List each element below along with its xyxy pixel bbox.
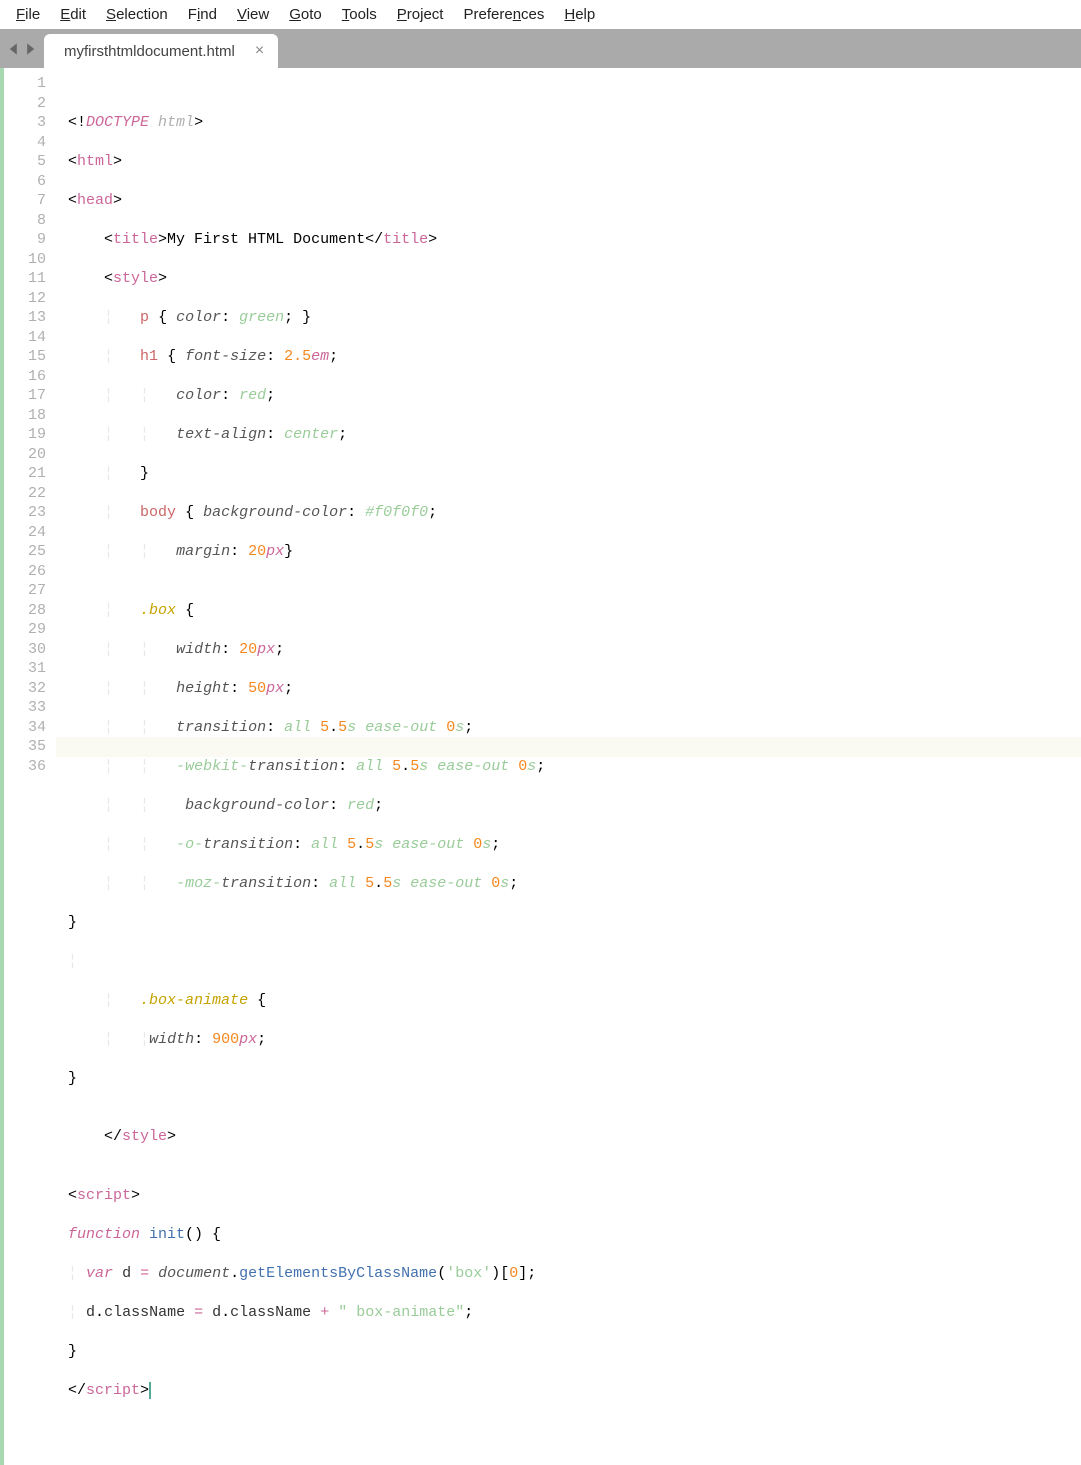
menu-project[interactable]: Project xyxy=(387,4,454,25)
code-editor[interactable]: 1234567891011121314151617181920212223242… xyxy=(0,68,1081,1465)
menu-selection[interactable]: Selection xyxy=(96,4,178,25)
menu-find[interactable]: Find xyxy=(178,4,227,25)
current-line-highlight xyxy=(56,737,1081,757)
menu-tools[interactable]: Tools xyxy=(332,4,387,25)
text-cursor xyxy=(149,1382,151,1399)
menu-edit[interactable]: Edit xyxy=(50,4,96,25)
nav-back-icon[interactable] xyxy=(7,42,21,56)
tab-bar: myfirsthtmldocument.html × xyxy=(0,29,1081,68)
menu-help[interactable]: Help xyxy=(554,4,605,25)
tab-filename: myfirsthtmldocument.html xyxy=(64,43,235,60)
menu-view[interactable]: View xyxy=(227,4,279,25)
nav-forward-icon[interactable] xyxy=(23,42,37,56)
line-gutter: 1234567891011121314151617181920212223242… xyxy=(0,68,56,1465)
menu-preferences[interactable]: Preferences xyxy=(453,4,554,25)
code-area[interactable]: <!DOCTYPE html> <html> <head> <title>My … xyxy=(56,68,1081,1465)
menu-goto[interactable]: Goto xyxy=(279,4,332,25)
tab-close-icon[interactable]: × xyxy=(255,42,264,60)
menu-bar: File Edit Selection Find View Goto Tools… xyxy=(0,0,1081,29)
modified-marker xyxy=(0,68,4,1465)
tab-file[interactable]: myfirsthtmldocument.html × xyxy=(44,34,278,68)
menu-file[interactable]: File xyxy=(6,4,50,25)
